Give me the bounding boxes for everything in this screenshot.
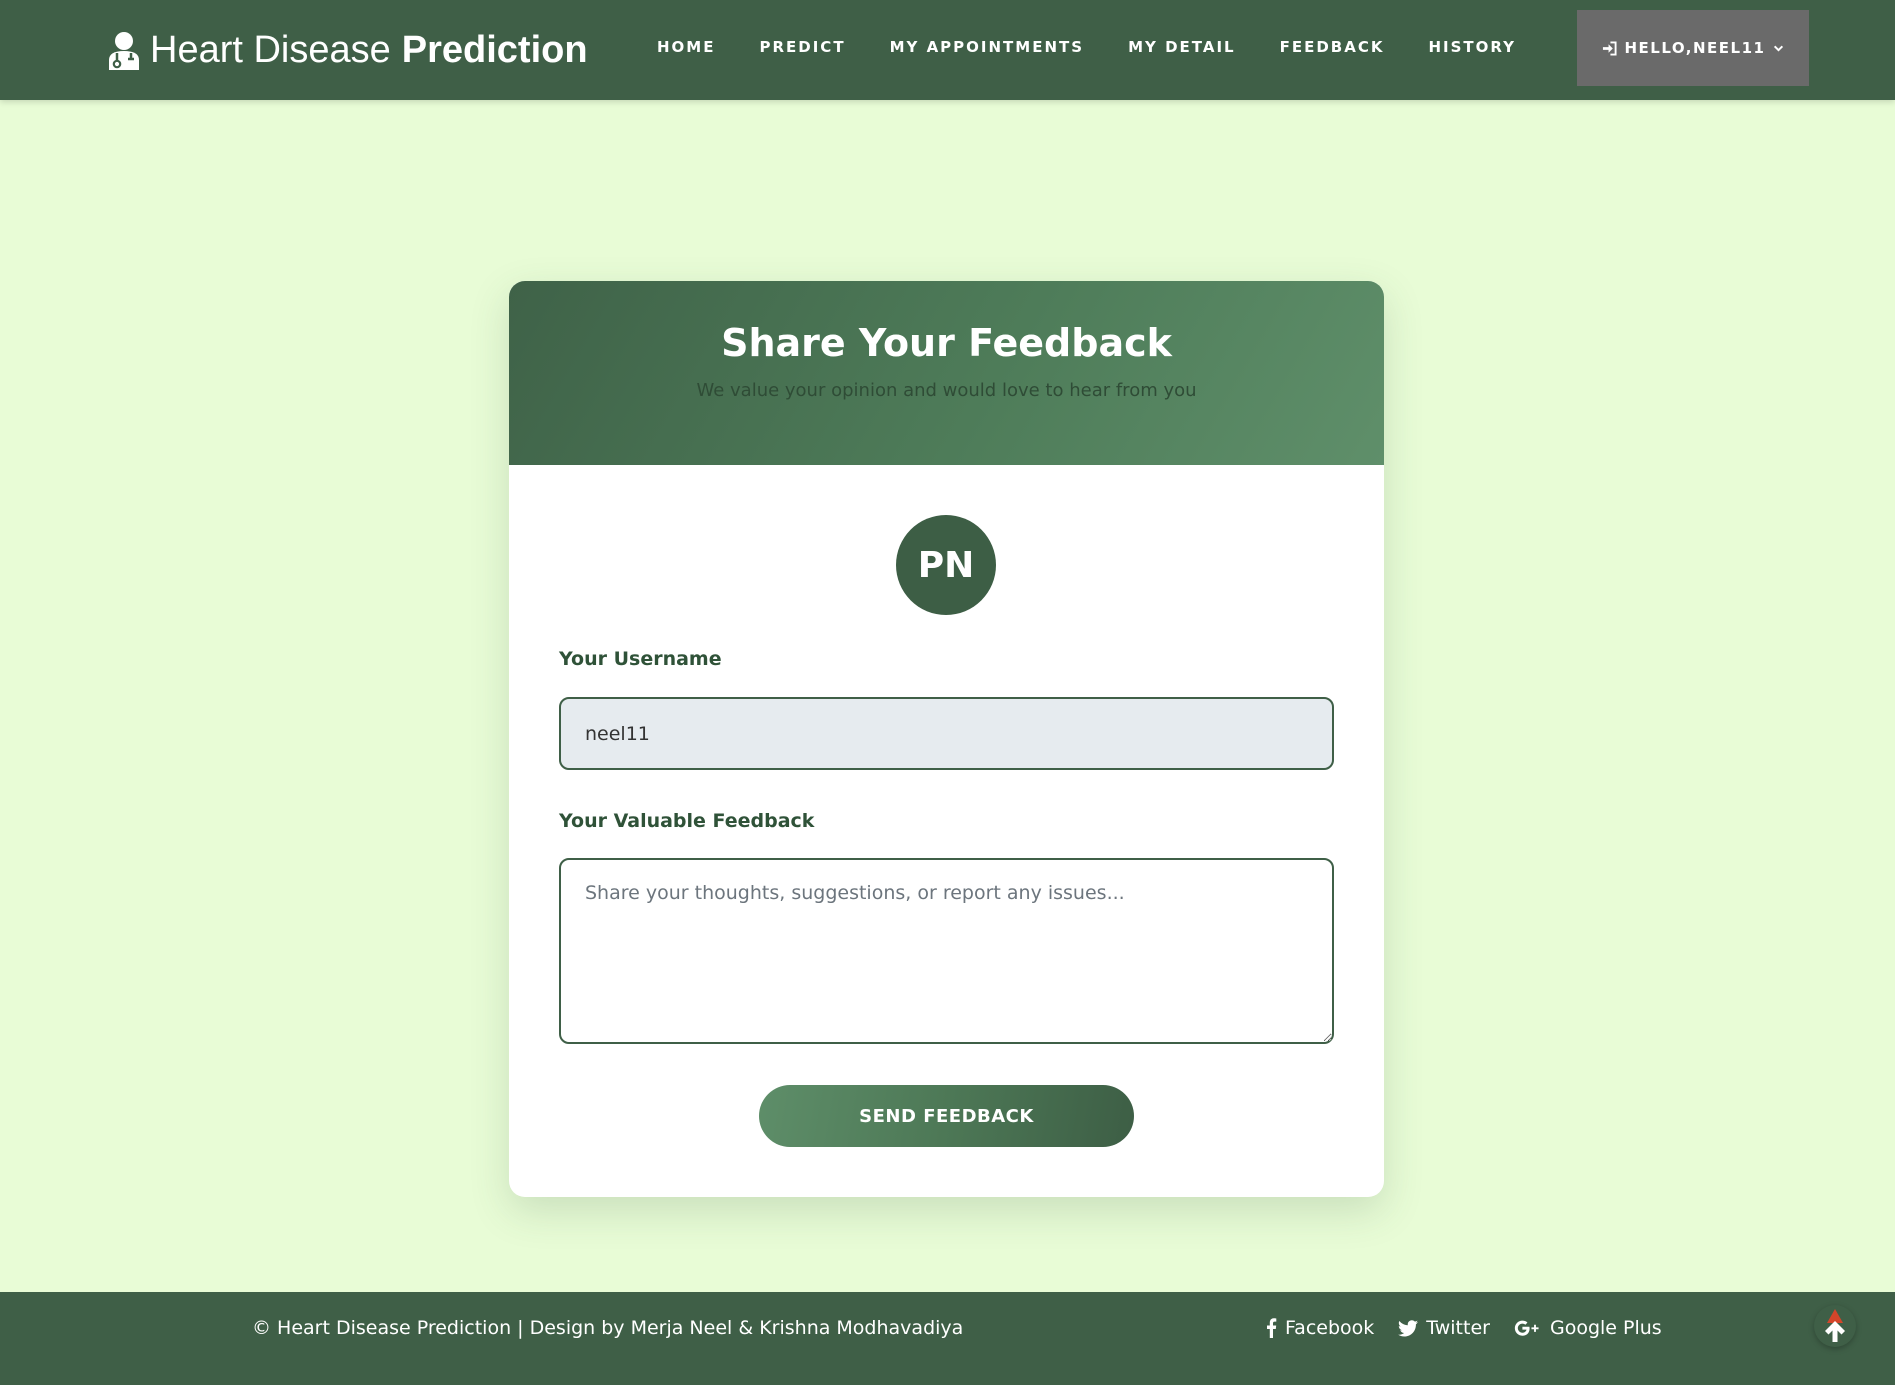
twitter-icon [1398,1319,1419,1336]
feedback-card: Share Your Feedback We value your opinio… [509,281,1384,1197]
copyright-text: © Heart Disease Prediction | Design by M… [252,1317,964,1339]
nav-home[interactable]: HOME [635,38,737,56]
page-subtitle: We value your opinion and would love to … [696,380,1197,401]
nav-feedback[interactable]: FEEDBACK [1258,38,1407,56]
username-field[interactable] [559,697,1334,770]
scroll-to-top-button[interactable] [1814,1305,1856,1347]
nav-my-appointments[interactable]: MY APPOINTMENTS [868,38,1107,56]
brand-name-bold: Prediction [401,28,588,71]
social-links: Facebook Twitter Google Plus [1266,1292,1662,1364]
facebook-icon [1267,1318,1277,1338]
nav-predict[interactable]: PREDICT [737,38,867,56]
feedback-label: Your Valuable Feedback [559,810,815,832]
brand-name-light: Heart Disease [150,28,391,71]
avatar: PN [896,515,996,615]
doctor-icon [106,30,142,70]
social-google-plus-label: Google Plus [1549,1317,1662,1339]
social-facebook[interactable]: Facebook [1266,1317,1374,1339]
social-google-plus[interactable]: Google Plus [1514,1317,1662,1339]
page-title: Share Your Feedback [721,321,1172,365]
send-feedback-button[interactable]: Send Feedback [759,1085,1134,1147]
user-menu-label: HELLO,NEEL11 [1624,39,1766,57]
chevron-down-icon [1774,45,1784,52]
social-facebook-label: Facebook [1285,1317,1375,1339]
arrow-up-icon [1825,1309,1845,1342]
social-twitter[interactable]: Twitter [1398,1317,1490,1339]
card-header: Share Your Feedback We value your opinio… [509,281,1384,465]
feedback-textarea[interactable] [559,858,1334,1044]
footer: © Heart Disease Prediction | Design by M… [0,1292,1895,1385]
brand-logo[interactable]: Heart Disease Prediction [106,22,588,78]
social-twitter-label: Twitter [1426,1317,1490,1339]
main-nav: HOME PREDICT MY APPOINTMENTS MY DETAIL F… [635,0,1538,94]
user-menu-button[interactable]: HELLO,NEEL11 [1577,10,1809,86]
nav-history[interactable]: HISTORY [1406,38,1538,56]
google-plus-icon [1514,1320,1539,1336]
navbar: Heart Disease Prediction HOME PREDICT MY… [0,0,1895,100]
username-label: Your Username [559,648,722,670]
nav-my-detail[interactable]: MY DETAIL [1106,38,1258,56]
sign-in-icon [1602,40,1617,56]
